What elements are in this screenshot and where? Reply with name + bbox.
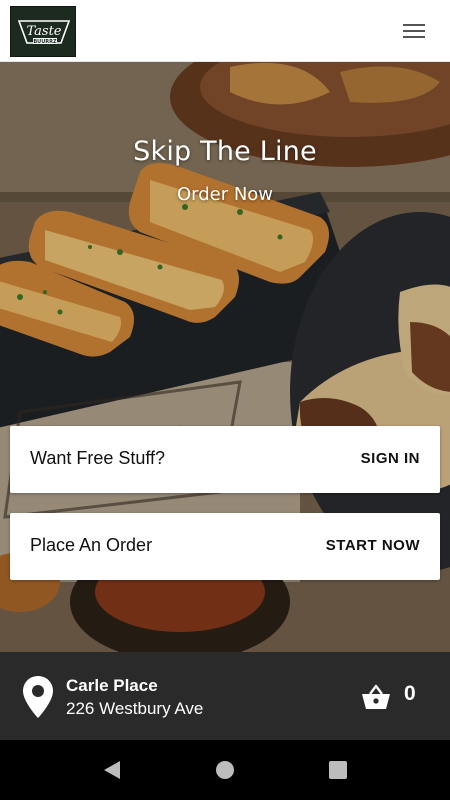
start-now-button[interactable]: START NOW xyxy=(326,537,420,554)
store-address: 226 Westbury Ave xyxy=(66,699,204,718)
hamburger-menu-button[interactable] xyxy=(398,18,432,44)
app-header: Taste BUURRZ xyxy=(0,0,450,62)
order-now-link[interactable]: Order Now xyxy=(155,184,295,205)
free-stuff-card[interactable]: Want Free Stuff? SIGN IN xyxy=(10,426,440,493)
cart-button[interactable]: 0 xyxy=(360,680,430,714)
sign-in-button[interactable]: SIGN IN xyxy=(361,450,420,467)
store-location-bar[interactable]: Carle Place 226 Westbury Ave 0 xyxy=(0,652,450,740)
hamburger-menu-icon xyxy=(403,24,425,26)
brand-logo[interactable]: Taste BUURRZ xyxy=(10,6,76,57)
logo-icon: Taste BUURRZ xyxy=(17,20,71,45)
place-order-title: Place An Order xyxy=(30,535,153,555)
free-stuff-title: Want Free Stuff? xyxy=(30,448,166,468)
logo-text-main: Taste xyxy=(26,24,61,39)
place-order-card[interactable]: Place An Order START NOW xyxy=(10,513,440,580)
store-name: Carle Place xyxy=(66,676,158,695)
shopping-basket-icon xyxy=(362,684,390,709)
android-navigation-bar xyxy=(0,740,450,800)
back-triangle-icon[interactable] xyxy=(100,758,124,782)
map-pin-icon xyxy=(23,676,53,718)
home-circle-icon[interactable] xyxy=(213,758,237,782)
hero-title: Skip The Line xyxy=(133,136,317,167)
cart-count: 0 xyxy=(404,682,416,705)
recents-square-icon[interactable] xyxy=(326,758,350,782)
logo-text-sub: BUURRZ xyxy=(33,39,57,45)
